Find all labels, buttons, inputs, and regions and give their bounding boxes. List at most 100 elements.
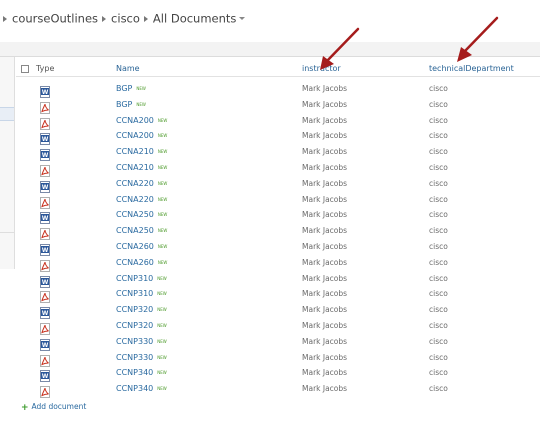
document-name[interactable]: CCNP310 [116,274,153,283]
word-icon[interactable]: W [40,273,50,288]
document-name-link[interactable]: CCNP310 NEW [116,289,167,298]
word-icon[interactable]: W [40,83,50,98]
new-badge: NEW [157,338,167,344]
document-name[interactable]: CCNP330 [116,353,153,362]
pdf-icon[interactable] [40,383,50,399]
pdf-icon[interactable] [40,288,50,304]
table-row[interactable]: W CCNA260 NEW Mark Jacobs cisco [0,240,540,256]
document-name-link[interactable]: CCNA200 NEW [116,116,167,125]
table-row[interactable]: W CCNA250 NEW Mark Jacobs cisco [0,208,540,225]
table-row[interactable]: CCNA210 NEW Mark Jacobs cisco [0,161,540,177]
breadcrumb-library-link[interactable]: cisco [111,12,140,26]
document-name[interactable]: CCNP330 [116,337,153,346]
document-name-link[interactable]: CCNA250 NEW [116,210,167,219]
table-row[interactable]: CCNA250 NEW Mark Jacobs cisco [0,224,540,241]
document-name[interactable]: CCNA220 [116,195,154,204]
document-name-link[interactable]: CCNP320 NEW [116,305,167,314]
document-name[interactable]: CCNP320 [116,321,153,330]
table-row[interactable]: W CCNP330 NEW Mark Jacobs cisco [0,335,540,351]
table-row[interactable]: CCNA260 NEW Mark Jacobs cisco [0,256,540,272]
technical-department-cell: cisco [429,115,448,125]
chevron-down-icon[interactable] [239,17,246,20]
document-name[interactable]: CCNA220 [116,179,154,188]
svg-text:W: W [42,136,49,143]
document-name[interactable]: CCNP310 [116,289,153,298]
select-all-checkbox[interactable] [21,65,29,73]
document-name-link[interactable]: CCNA200 NEW [116,131,167,140]
technical-department-cell: cisco [429,226,448,236]
table-row[interactable]: W CCNP310 NEW Mark Jacobs cisco [0,272,540,288]
breadcrumb-view-selector[interactable]: All Documents [153,12,236,26]
document-name-link[interactable]: CCNA260 NEW [116,242,167,251]
word-icon[interactable]: W [40,178,50,193]
column-header-name[interactable]: Name [116,64,140,73]
pdf-icon[interactable] [40,257,50,272]
document-name[interactable]: BGP [116,100,132,109]
column-header-technical-department[interactable]: technicalDepartment [429,64,514,73]
new-badge: NEW [157,354,167,360]
word-icon[interactable]: W [40,209,50,225]
word-icon[interactable]: W [40,367,50,383]
document-name[interactable]: CCNA200 [116,116,154,125]
document-name-link[interactable]: CCNP320 NEW [116,321,167,330]
table-row[interactable]: BGP NEW Mark Jacobs cisco [0,98,540,114]
document-name-link[interactable]: BGP NEW [116,100,146,109]
document-name[interactable]: CCNA200 [116,131,154,140]
pdf-icon[interactable] [40,225,50,241]
technical-department-cell: cisco [429,273,448,283]
document-name-link[interactable]: CCNP340 NEW [116,384,167,393]
table-row[interactable]: W CCNA220 NEW Mark Jacobs cisco [0,177,540,193]
document-name[interactable]: CCNA250 [116,226,154,235]
document-name-link[interactable]: CCNP330 NEW [116,353,167,362]
document-name-link[interactable]: CCNA210 NEW [116,163,167,172]
document-name-link[interactable]: CCNP330 NEW [116,337,167,346]
document-name[interactable]: CCNA210 [116,147,154,156]
table-row[interactable]: W CCNA200 NEW Mark Jacobs cisco [0,129,540,146]
table-row[interactable]: CCNP330 NEW Mark Jacobs cisco [0,351,540,367]
table-row[interactable]: W CCNP340 NEW Mark Jacobs cisco [0,366,540,383]
pdf-icon[interactable] [40,194,50,209]
table-row[interactable]: CCNP340 NEW Mark Jacobs cisco [0,382,540,399]
document-name[interactable]: CCNA210 [116,163,154,172]
document-name[interactable]: CCNA260 [116,242,154,251]
table-row[interactable]: CCNA200 NEW Mark Jacobs cisco [0,114,540,130]
add-document-label: Add document [31,402,87,411]
document-name-link[interactable]: BGP NEW [116,84,146,93]
breadcrumb-site-link[interactable]: courseOutlines [12,12,98,26]
word-icon[interactable]: W [40,304,50,320]
document-name-link[interactable]: CCNA210 NEW [116,147,167,156]
table-row[interactable]: W CCNA210 NEW Mark Jacobs cisco [0,145,540,162]
document-name-link[interactable]: CCNP310 NEW [116,274,167,283]
document-name[interactable]: CCNP340 [116,384,153,393]
word-icon[interactable]: W [40,130,50,146]
pdf-icon[interactable] [40,162,50,177]
add-document-link[interactable]: + Add document [21,402,86,413]
table-row[interactable]: CCNP320 NEW Mark Jacobs cisco [0,319,540,335]
pdf-icon[interactable] [40,320,50,335]
document-name[interactable]: CCNA260 [116,258,154,267]
word-icon[interactable]: W [40,146,50,162]
document-name-link[interactable]: CCNA220 NEW [116,195,167,204]
column-header-instructor[interactable]: instructor [302,64,341,73]
table-row[interactable]: CCNP310 NEW Mark Jacobs cisco [0,287,540,304]
pdf-icon[interactable] [40,352,50,367]
document-name[interactable]: CCNA250 [116,210,154,219]
pdf-icon[interactable] [40,99,50,114]
document-name-link[interactable]: CCNP340 NEW [116,368,167,377]
pdf-icon[interactable] [40,115,50,130]
word-icon[interactable]: W [40,336,50,351]
svg-text:W: W [42,279,49,286]
document-name[interactable]: CCNP340 [116,368,153,377]
document-name-link[interactable]: CCNA250 NEW [116,226,167,235]
technical-department-cell: cisco [429,147,448,157]
table-row[interactable]: W CCNP320 NEW Mark Jacobs cisco [0,303,540,320]
word-icon[interactable]: W [40,241,50,256]
document-name-link[interactable]: CCNA220 NEW [116,179,167,188]
table-row[interactable]: CCNA220 NEW Mark Jacobs cisco [0,193,540,209]
table-row[interactable]: W BGP NEW Mark Jacobs cisco [0,82,540,98]
document-name[interactable]: BGP [116,84,132,93]
plus-icon: + [21,403,29,413]
column-header-type[interactable]: Type [36,64,54,73]
document-name-link[interactable]: CCNA260 NEW [116,258,167,267]
document-name[interactable]: CCNP320 [116,305,153,314]
